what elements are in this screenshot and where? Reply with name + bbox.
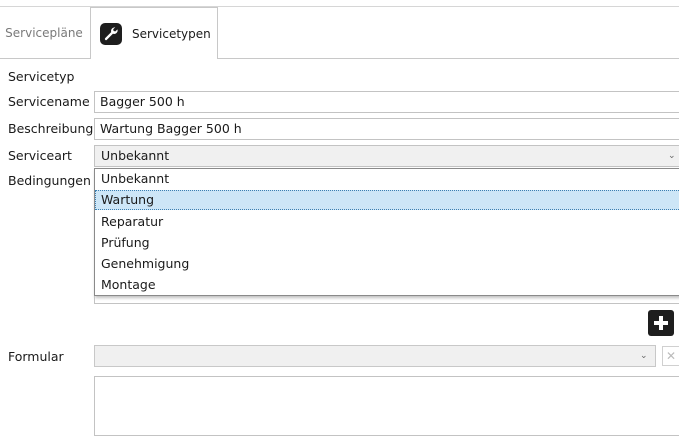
wrench-icon bbox=[100, 22, 122, 45]
dropdown-option-reparatur[interactable]: Reparatur bbox=[95, 212, 679, 232]
tabbar-divider-right bbox=[218, 58, 679, 59]
section-label: Servicetyp bbox=[8, 69, 75, 84]
dropdown-option-pruefung[interactable]: Prüfung bbox=[95, 233, 679, 253]
servicename-input[interactable]: Bagger 500 h bbox=[94, 91, 679, 113]
bedingungen-label: Bedingungen bbox=[8, 173, 91, 188]
servicename-label: Servicename bbox=[8, 94, 90, 109]
beschreibung-input[interactable]: Wartung Bagger 500 h bbox=[94, 118, 679, 140]
serviceart-select[interactable]: Unbekannt ⌄ bbox=[94, 145, 679, 167]
dropdown-option-montage[interactable]: Montage bbox=[95, 275, 679, 295]
serviceart-dropdown-list: Unbekannt Wartung Reparatur Prüfung Gene… bbox=[94, 168, 679, 296]
formular-preview-area[interactable] bbox=[94, 376, 679, 436]
chevron-down-icon[interactable]: ⌄ bbox=[668, 146, 676, 166]
tab-label: Servicetypen bbox=[132, 26, 211, 41]
bedingungen-area[interactable] bbox=[94, 296, 679, 304]
clear-icon[interactable]: ✕ bbox=[662, 346, 679, 366]
tab-servicetypen[interactable]: Servicetypen bbox=[90, 7, 218, 59]
tabbar-divider-left bbox=[0, 58, 90, 59]
dropdown-option-genehmigung[interactable]: Genehmigung bbox=[95, 254, 679, 274]
chevron-down-icon[interactable]: ⌄ bbox=[640, 345, 648, 367]
serviceart-label: Serviceart bbox=[8, 148, 72, 163]
tab-label: Servicepläne bbox=[5, 26, 83, 40]
tab-serviceplaene[interactable]: Servicepläne bbox=[0, 8, 88, 58]
dropdown-option-unbekannt[interactable]: Unbekannt bbox=[95, 169, 679, 189]
add-button[interactable] bbox=[648, 310, 674, 336]
dropdown-option-wartung[interactable]: Wartung bbox=[95, 190, 679, 210]
serviceart-value: Unbekannt bbox=[101, 148, 170, 163]
formular-select[interactable] bbox=[94, 345, 656, 367]
formular-label: Formular bbox=[8, 349, 64, 364]
beschreibung-label: Beschreibung bbox=[8, 121, 94, 136]
